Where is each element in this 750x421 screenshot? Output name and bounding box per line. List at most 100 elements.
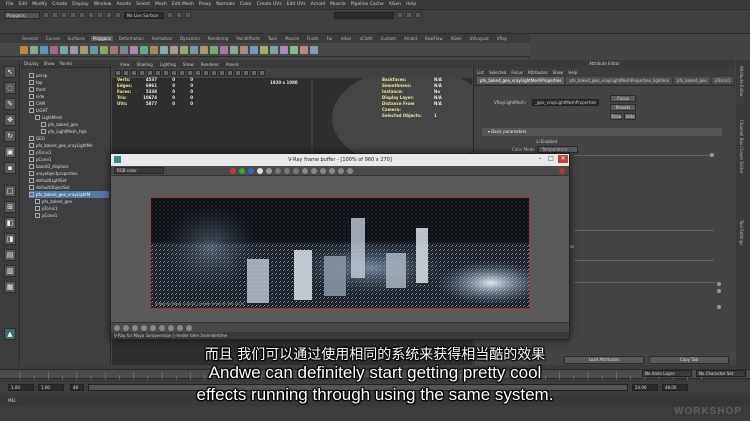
wireframe-icon[interactable]	[203, 70, 209, 76]
exposure-icon[interactable]	[141, 324, 147, 331]
select-component-icon[interactable]	[88, 12, 94, 18]
menu-xgen[interactable]: XGen	[389, 2, 401, 7]
menu-set-dropdown[interactable]: Polygons	[4, 11, 40, 19]
presets-button[interactable]: Presets	[610, 104, 636, 111]
viewport-menu-panels[interactable]: Panels	[226, 62, 239, 67]
shelf-tab-deformation[interactable]: Deformation	[117, 36, 146, 41]
ipr-render-icon[interactable]	[176, 12, 182, 18]
curve-icon[interactable]	[132, 324, 138, 331]
shelf-tab-nhair[interactable]: nHair	[339, 36, 354, 41]
shelf-tab-curves[interactable]: Curves	[44, 36, 62, 41]
shelf-tab-fur[interactable]: Fur	[325, 36, 335, 41]
shadows-icon[interactable]	[243, 70, 249, 76]
poly-cone-icon[interactable]	[50, 45, 58, 54]
shelf-tab-rendering[interactable]: Rendering	[206, 36, 230, 41]
live-surface-field[interactable]: No Live Surface	[124, 11, 164, 19]
shadow-color-map-icon[interactable]	[717, 289, 721, 293]
input-field[interactable]	[334, 11, 394, 19]
menu-window[interactable]: Window	[94, 2, 112, 7]
safe-title-icon[interactable]	[195, 70, 201, 76]
save-scene-icon[interactable]	[61, 12, 67, 18]
shelf-tab-uvlayout[interactable]: UVLayout	[468, 36, 491, 41]
snap-grid-icon[interactable]	[97, 12, 103, 18]
poly-plane-icon[interactable]	[60, 45, 68, 54]
menu-mesh[interactable]: Mesh	[155, 2, 167, 7]
menu-edit-uvs[interactable]: Edit UVs	[287, 2, 306, 7]
subdivs-slider[interactable]	[574, 260, 714, 261]
snap-curve-icon[interactable]	[106, 12, 112, 18]
shelf-tab-realflow[interactable]: RealFlow	[423, 36, 445, 41]
view-alpha-icon[interactable]	[257, 167, 263, 174]
show-channel-box-icon[interactable]	[406, 12, 412, 18]
select-hierarchy-icon[interactable]	[70, 12, 76, 18]
attr-menu-selected[interactable]: Selected	[489, 70, 506, 75]
green-channel-icon[interactable]	[239, 167, 245, 174]
menu-muscle[interactable]: Muscle	[330, 2, 346, 7]
vray-title-bar[interactable]: V-Ray frame buffer - [100% of 960 x 270]…	[111, 154, 569, 166]
attr-menu-attributes[interactable]: Attributes	[528, 70, 548, 75]
smooth-shade-icon[interactable]	[211, 70, 217, 76]
clear-image-icon[interactable]	[293, 167, 299, 174]
outliner-item[interactable]: pCone1	[35, 212, 109, 219]
duplicate-icon[interactable]	[302, 167, 308, 174]
last-tool-icon[interactable]: ▪	[4, 162, 16, 174]
sculpt-icon[interactable]	[300, 45, 308, 54]
monochrome-icon[interactable]	[266, 167, 272, 174]
menu-select[interactable]: Select	[136, 2, 150, 7]
red-channel-icon[interactable]	[230, 167, 236, 174]
outliner-item[interactable]: pfx_baked_geo	[35, 198, 109, 205]
layout-side-icon[interactable]: ◧	[4, 217, 16, 229]
ipr-icon[interactable]	[347, 167, 353, 174]
side-tab-attribute-editor[interactable]: Attribute Editor	[739, 66, 744, 97]
shelf-tab-xgen[interactable]: XGen	[449, 36, 464, 41]
outliner-item[interactable]: defaultLightSet	[29, 177, 109, 184]
shelf-tab-painteffects[interactable]: PaintEffects	[234, 36, 262, 41]
outliner-menu-display[interactable]: Display	[24, 61, 39, 66]
ocio-icon[interactable]	[168, 324, 174, 331]
rotate-tool-icon[interactable]: ↻	[4, 130, 16, 142]
outliner-item[interactable]: pfx_baked_geo_vrayLightMe	[29, 142, 109, 149]
menu-assets[interactable]: Assets	[116, 2, 131, 7]
outliner-menu-panels[interactable]: Panels	[60, 61, 73, 66]
select-tool-icon[interactable]: ↖	[4, 66, 16, 78]
outliner-item[interactable]: pfx_baked_geo_vrayLightM	[29, 191, 109, 198]
save-image-icon[interactable]	[275, 167, 281, 174]
shelf-tab-custom[interactable]: Custom	[379, 36, 398, 41]
layout-single-icon[interactable]: □	[4, 185, 16, 197]
film-gate-icon[interactable]	[155, 70, 161, 76]
channel-select[interactable]: RGB color	[114, 167, 164, 174]
show-attribute-editor-icon[interactable]	[397, 12, 403, 18]
reduce-icon[interactable]	[130, 45, 138, 54]
menu-create-uvs[interactable]: Create UVs	[257, 2, 282, 7]
offset-edge-loop-icon[interactable]	[230, 45, 238, 54]
close-icon[interactable]: ✕	[558, 155, 568, 163]
textured-icon[interactable]	[227, 70, 233, 76]
outliner-item[interactable]: LightMesh	[35, 114, 109, 121]
wedge-icon[interactable]	[240, 45, 248, 54]
color-slider[interactable]	[574, 155, 714, 156]
automatic-map-icon[interactable]	[290, 45, 298, 54]
menu-file[interactable]: File	[6, 2, 14, 7]
bevel-icon[interactable]	[200, 45, 208, 54]
intensity-slider[interactable]	[574, 230, 714, 231]
shelf-tab-ncloth[interactable]: nCloth	[358, 36, 375, 41]
photon-color-swatch[interactable]	[717, 305, 721, 309]
use-all-lights-icon[interactable]	[235, 70, 241, 76]
attr-menu-show[interactable]: Show	[553, 70, 564, 75]
outliner-item[interactable]: vrayobjectproperties	[29, 170, 109, 177]
outliner-item[interactable]: top	[29, 79, 109, 86]
wireframe-on-shaded-icon[interactable]	[219, 70, 225, 76]
shelf-tab-arnold[interactable]: Arnold	[402, 36, 419, 41]
outliner-item[interactable]: pfx_LightMesh_Hyb	[41, 128, 109, 135]
node-name-field[interactable]: _geo_vrayLightMeshProperties	[532, 99, 600, 106]
layout-persp-outliner-icon[interactable]: ◨	[4, 233, 16, 245]
menu-color[interactable]: Color	[240, 2, 252, 7]
menu-proxy[interactable]: Proxy	[199, 2, 211, 7]
grid-icon[interactable]	[147, 70, 153, 76]
uv-editor-icon[interactable]	[270, 45, 278, 54]
region-render-icon[interactable]	[320, 167, 326, 174]
field-chart-icon[interactable]	[179, 70, 185, 76]
resolution-gate-icon[interactable]	[163, 70, 169, 76]
shelf-tab-muscle[interactable]: Muscle	[283, 36, 301, 41]
poly-torus-icon[interactable]	[70, 45, 78, 54]
